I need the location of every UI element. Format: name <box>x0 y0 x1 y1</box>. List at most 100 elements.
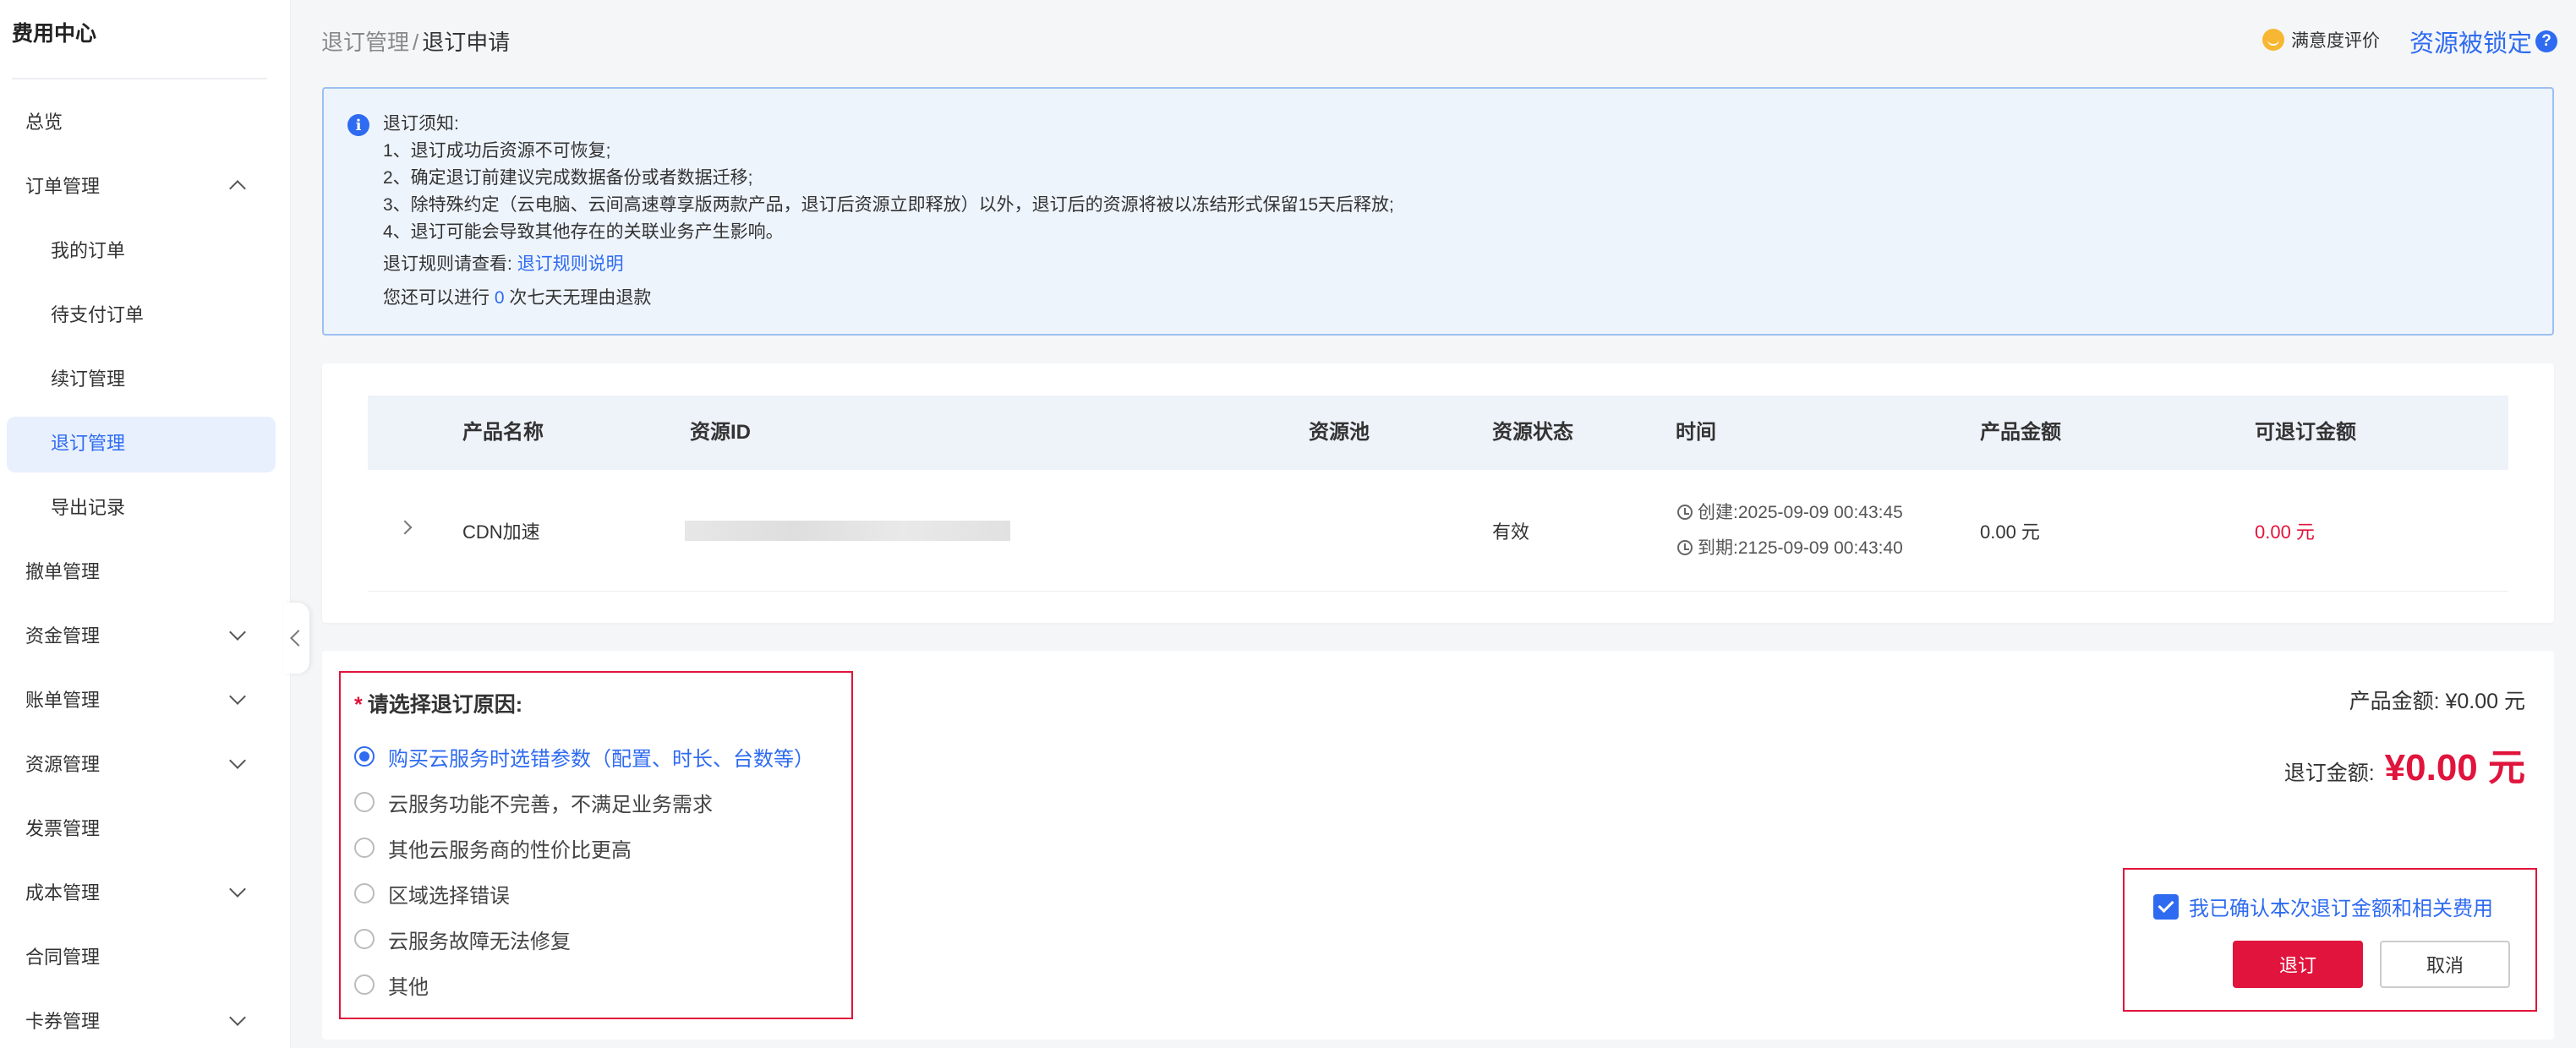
reason-selector: * 请选择退订原因: 购买云服务时选错参数（配置、时长、台数等） 云服务功能不完善… <box>339 671 853 1019</box>
refund-prefix: 您还可以进行 <box>383 288 489 308</box>
refund-count: 0 <box>494 288 505 308</box>
notice-rule-line: 退订规则请查看: 退订规则说明 <box>383 251 1394 278</box>
sidebar-item-order-management[interactable]: 订单管理 <box>0 153 291 217</box>
column-header-pool: 资源池 <box>1309 421 1370 444</box>
column-header-amount: 产品金额 <box>1980 421 2061 444</box>
help-icon[interactable]: ? <box>2535 30 2558 52</box>
refund-amount-value: ¥0.00 元 <box>2384 747 2525 789</box>
rule-link[interactable]: 退订规则说明 <box>517 254 624 274</box>
cell-refundable: 0.00 元 <box>2255 521 2315 543</box>
confirm-checkbox-row[interactable]: 我已确认本次退订金额和相关费用 <box>2153 892 2493 921</box>
radio-icon[interactable] <box>354 974 375 995</box>
sidebar-item-my-orders[interactable]: 我的订单 <box>0 217 291 281</box>
sidebar-item-label: 我的订单 <box>51 240 126 261</box>
cell-status: 有效 <box>1492 521 1530 543</box>
reason-option[interactable]: 云服务功能不完善，不满足业务需求 <box>354 779 814 825</box>
sidebar-item-bills[interactable]: 账单管理 <box>0 667 291 731</box>
required-mark: * <box>354 693 363 717</box>
sidebar-item-label: 总览 <box>25 112 63 133</box>
breadcrumb-separator: / <box>413 30 419 55</box>
amount-summary: 产品金额: ¥0.00 元 退订金额: ¥0.00 元 <box>2284 685 2525 791</box>
sidebar-collapse-button[interactable] <box>284 603 309 674</box>
column-header-time: 时间 <box>1676 421 1716 444</box>
satisfaction-link[interactable]: 满意度评价 <box>2262 27 2380 52</box>
sidebar-item-label: 账单管理 <box>25 690 101 711</box>
reason-option[interactable]: 区域选择错误 <box>354 871 814 916</box>
reason-title: * 请选择退订原因: <box>354 688 522 718</box>
sidebar-item-funds[interactable]: 资金管理 <box>0 603 291 667</box>
clock-icon <box>1677 505 1693 520</box>
notice-line: 1、退订成功后资源不可恢复; <box>383 141 611 161</box>
radio-selected-icon[interactable] <box>354 746 375 767</box>
sidebar-item-renewal[interactable]: 续订管理 <box>0 346 291 410</box>
reason-option[interactable]: 购买云服务时选错参数（配置、时长、台数等） <box>354 734 814 779</box>
sidebar-item-invoices[interactable]: 发票管理 <box>0 795 291 860</box>
notice-line: 4、退订可能会导致其他存在的关联业务产生影响。 <box>383 222 784 242</box>
created-time: 创建:2025-09-09 00:43:45 <box>1698 503 1903 522</box>
sidebar-item-label: 导出记录 <box>51 497 126 518</box>
refund-suffix: 次七天无理由退款 <box>509 288 652 308</box>
expand-row-icon[interactable] <box>397 520 413 535</box>
resource-locked-link[interactable]: 资源被锁定 ? <box>2409 24 2558 59</box>
sidebar-item-cost[interactable]: 成本管理 <box>0 860 291 924</box>
reason-option-label: 云服务故障无法修复 <box>388 930 571 953</box>
checkbox-checked-icon[interactable] <box>2153 893 2179 920</box>
chevron-down-icon <box>229 624 246 641</box>
sidebar-item-label: 订单管理 <box>25 176 101 197</box>
sidebar-item-label: 续订管理 <box>51 368 126 390</box>
confirm-label: 我已确认本次退订金额和相关费用 <box>2189 898 2493 920</box>
reason-option-label: 其他云服务商的性价比更高 <box>388 838 632 862</box>
sidebar-item-overview[interactable]: 总览 <box>0 89 291 153</box>
radio-icon[interactable] <box>354 883 375 903</box>
refund-amount-row: 退订金额: ¥0.00 元 <box>2284 737 2525 791</box>
info-icon: i <box>347 114 369 136</box>
confirm-panel: 我已确认本次退订金额和相关费用 退订 取消 <box>2123 868 2537 1012</box>
radio-icon[interactable] <box>354 929 375 949</box>
chevron-down-icon <box>229 752 246 769</box>
notice-line: 3、除特殊约定（云电脑、云间高速尊享版两款产品，退订后资源立即释放）以外，退订后… <box>383 195 1394 215</box>
sidebar-item-label: 退订管理 <box>51 433 126 454</box>
cell-amount: 0.00 元 <box>1980 521 2040 543</box>
table-header: 产品名称 资源ID 资源池 资源状态 时间 产品金额 可退订金额 <box>368 396 2508 470</box>
reason-option-label: 其他 <box>388 975 429 999</box>
notice-refund-line: 您还可以进行 0 次七天无理由退款 <box>383 285 1394 312</box>
sidebar-item-label: 资金管理 <box>25 625 101 647</box>
reason-option[interactable]: 其他云服务商的性价比更高 <box>354 825 814 871</box>
cell-time: 创建:2025-09-09 00:43:45 到期:2125-09-09 00:… <box>1677 495 1903 566</box>
sidebar-item-withdraw[interactable]: 撤单管理 <box>0 538 291 603</box>
radio-icon[interactable] <box>354 838 375 858</box>
chevron-down-icon <box>229 881 246 898</box>
reason-list: 购买云服务时选错参数（配置、时长、台数等） 云服务功能不完善，不满足业务需求 其… <box>354 734 814 1007</box>
chevron-down-icon <box>229 1009 246 1026</box>
sidebar-item-label: 发票管理 <box>25 818 101 839</box>
sidebar-item-resources[interactable]: 资源管理 <box>0 731 291 795</box>
notice-title: 退订须知: <box>383 114 459 134</box>
refund-button[interactable]: 退订 <box>2233 941 2363 988</box>
product-amount: 产品金额: ¥0.00 元 <box>2349 690 2525 713</box>
sidebar-item-pending-payment[interactable]: 待支付订单 <box>0 281 291 346</box>
breadcrumb-parent[interactable]: 退订管理 <box>321 30 409 55</box>
sidebar-item-label: 成本管理 <box>25 882 101 903</box>
sidebar-item-label: 合同管理 <box>25 947 101 968</box>
reason-option-label: 区域选择错误 <box>388 884 510 908</box>
unsubscribe-notice: i 退订须知: 1、退订成功后资源不可恢复; 2、确定退订前建议完成数据备份或者… <box>322 87 2554 336</box>
sidebar-item-coupons[interactable]: 卡券管理 <box>0 988 291 1048</box>
column-header-refundable: 可退订金额 <box>2255 421 2356 444</box>
column-header-resource-id: 资源ID <box>690 421 751 444</box>
sidebar-item-unsubscribe[interactable]: 退订管理 <box>0 410 291 474</box>
sidebar: 费用中心 总览 订单管理 我的订单 待支付订单 续订管理 退订管理 导出记录 撤… <box>0 0 291 1048</box>
chevron-up-icon <box>229 180 246 197</box>
reason-option[interactable]: 其他 <box>354 962 814 1007</box>
radio-icon[interactable] <box>354 792 375 812</box>
sidebar-item-export-records[interactable]: 导出记录 <box>0 474 291 538</box>
notice-line: 2、确定退订前建议完成数据备份或者数据迁移; <box>383 168 753 188</box>
smile-icon <box>2262 29 2284 51</box>
reason-option[interactable]: 云服务故障无法修复 <box>354 916 814 962</box>
satisfaction-label: 满意度评价 <box>2291 31 2380 51</box>
reason-option-label: 购买云服务时选错参数（配置、时长、台数等） <box>388 747 814 771</box>
resource-locked-label: 资源被锁定 <box>2409 30 2533 57</box>
sidebar-item-contracts[interactable]: 合同管理 <box>0 924 291 988</box>
cancel-button[interactable]: 取消 <box>2380 941 2510 988</box>
sidebar-divider <box>12 78 267 79</box>
reason-option-label: 云服务功能不完善，不满足业务需求 <box>388 793 713 816</box>
